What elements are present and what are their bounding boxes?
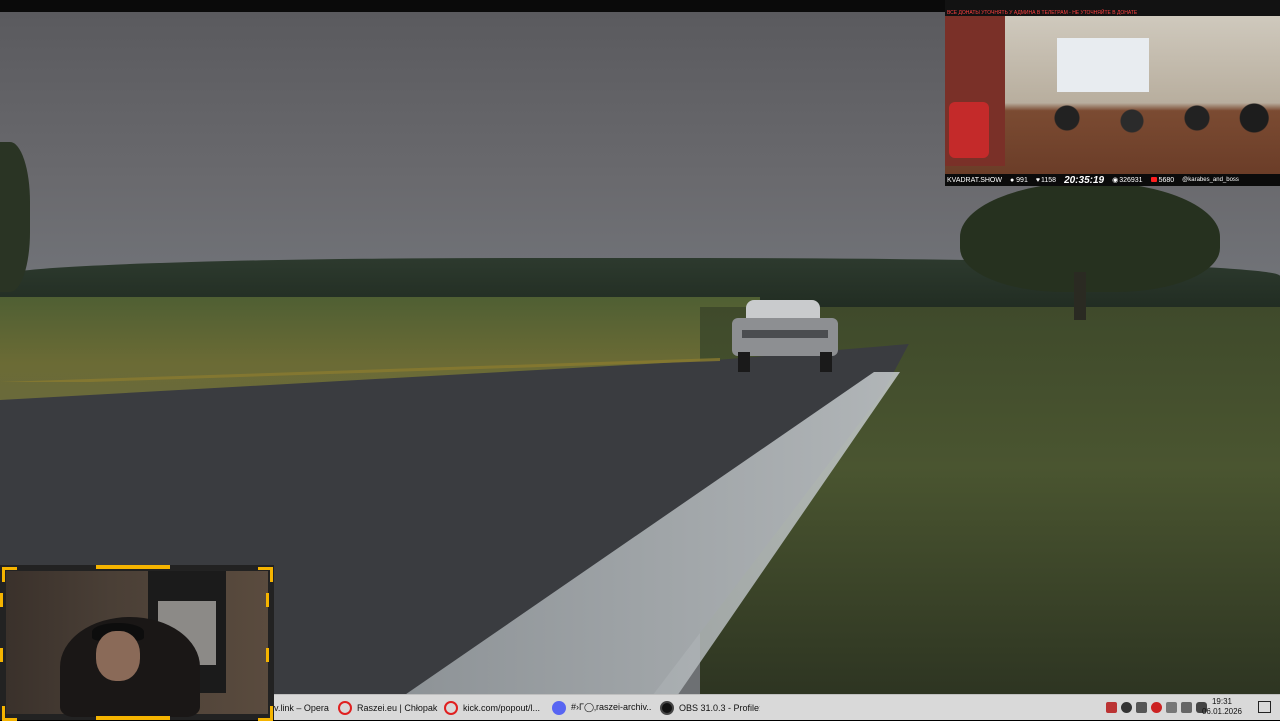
clock-date: 06.01.2026: [1201, 707, 1243, 716]
taskbar: v.link – Opera Raszei.eu | Chłopak... ki…: [274, 694, 1280, 720]
taskbar-item-obs[interactable]: OBS 31.0.3 - Profile:...: [660, 695, 760, 720]
stream-room-view: [945, 16, 1280, 174]
display-icon[interactable]: [1181, 702, 1192, 713]
eye-icon: ◉: [1112, 177, 1119, 184]
webcam-frame-accent: [0, 648, 3, 662]
taskbar-item-kick[interactable]: kick.com/popout/l...: [444, 695, 544, 720]
watch-value: 326931: [1119, 177, 1143, 184]
task-label: Raszei.eu | Chłopak...: [357, 702, 438, 713]
stream-handle: @karabes_and_boss: [1182, 177, 1239, 183]
clock[interactable]: 19:31 06.01.2026: [1192, 697, 1252, 717]
likes-value: 1158: [1041, 176, 1057, 184]
watch-count: ◉326931: [1112, 176, 1142, 184]
obs-icon: [660, 700, 674, 715]
webcam-feed: [0, 565, 274, 720]
car-wheel: [738, 352, 750, 372]
webcam-frame-accent: [266, 648, 269, 662]
room-projector-screen: [1057, 38, 1149, 92]
likes-count: ♥1158: [1036, 177, 1056, 184]
webcam-frame-corner: [258, 567, 273, 582]
webcam-frame-accent: [96, 716, 170, 720]
opera-icon: [338, 700, 352, 715]
car-grille: [742, 330, 828, 338]
stream-banner: ВСЕ ДОНАТЫ УТОЧНЯТЬ У АДМИНА В ТЕЛЕГРАМ …: [945, 0, 1280, 16]
task-label: kick.com/popout/l...: [463, 702, 541, 713]
task-label: #›Γ◯‚raszei-archiv...: [571, 702, 652, 712]
volume-icon[interactable]: [1166, 702, 1177, 713]
media-icon[interactable]: [1151, 702, 1162, 713]
task-label: v.link – Opera: [274, 702, 329, 713]
webcam-frame-corner: [258, 706, 273, 721]
heart-icon: ♥: [1035, 176, 1040, 184]
channel-name: KVADRAT.SHOW: [947, 176, 1002, 184]
right-tree: [960, 182, 1220, 292]
stream-overlay: ВСЕ ДОНАТЫ УТОЧНЯТЬ У АДМИНА В ТЕЛЕГРАМ …: [945, 0, 1280, 186]
taskbar-item-discord[interactable]: #›Γ◯‚raszei-archiv...: [552, 695, 652, 720]
taskbar-item-raszei[interactable]: Raszei.eu | Chłopak...: [338, 695, 438, 720]
clock-time: 19:31: [1211, 697, 1233, 706]
webcam-frame-corner: [2, 567, 17, 582]
live-count: 5680: [1150, 176, 1175, 184]
webcam-frame-accent: [96, 565, 170, 569]
vintage-car: [732, 300, 838, 374]
webcam-person-face: [96, 631, 140, 681]
viewers-count: ● 991: [1010, 177, 1028, 184]
webcam-frame-accent: [0, 593, 3, 607]
room-people: [1015, 88, 1275, 148]
discord-icon: [552, 700, 566, 715]
task-label: OBS 31.0.3 - Profile:...: [679, 702, 760, 713]
viewers-value: 991: [1016, 176, 1028, 184]
person-icon: ●: [1009, 176, 1015, 184]
stream-time: 20:35:19: [1064, 174, 1105, 186]
youtube-icon: [1150, 176, 1157, 182]
right-tree-trunk: [1074, 272, 1086, 320]
shield-icon[interactable]: [1136, 702, 1147, 713]
room-gaming-chair: [949, 102, 989, 158]
live-value: 5680: [1158, 176, 1175, 184]
car-roof: [746, 300, 820, 320]
taskbar-item-opera-link[interactable]: v.link – Opera: [274, 695, 332, 720]
webcam-frame-accent: [266, 593, 269, 607]
stream-stats-bar: KVADRAT.SHOW ● 991 ♥1158 20:35:19 ◉32693…: [945, 174, 1280, 186]
g-hub-icon[interactable]: [1121, 702, 1132, 713]
left-tree: [0, 142, 30, 292]
network-icon[interactable]: [1106, 702, 1117, 713]
notification-icon[interactable]: [1258, 701, 1271, 713]
webcam-frame-corner: [2, 706, 17, 721]
car-wheel: [820, 352, 832, 372]
opera-icon: [444, 700, 458, 715]
